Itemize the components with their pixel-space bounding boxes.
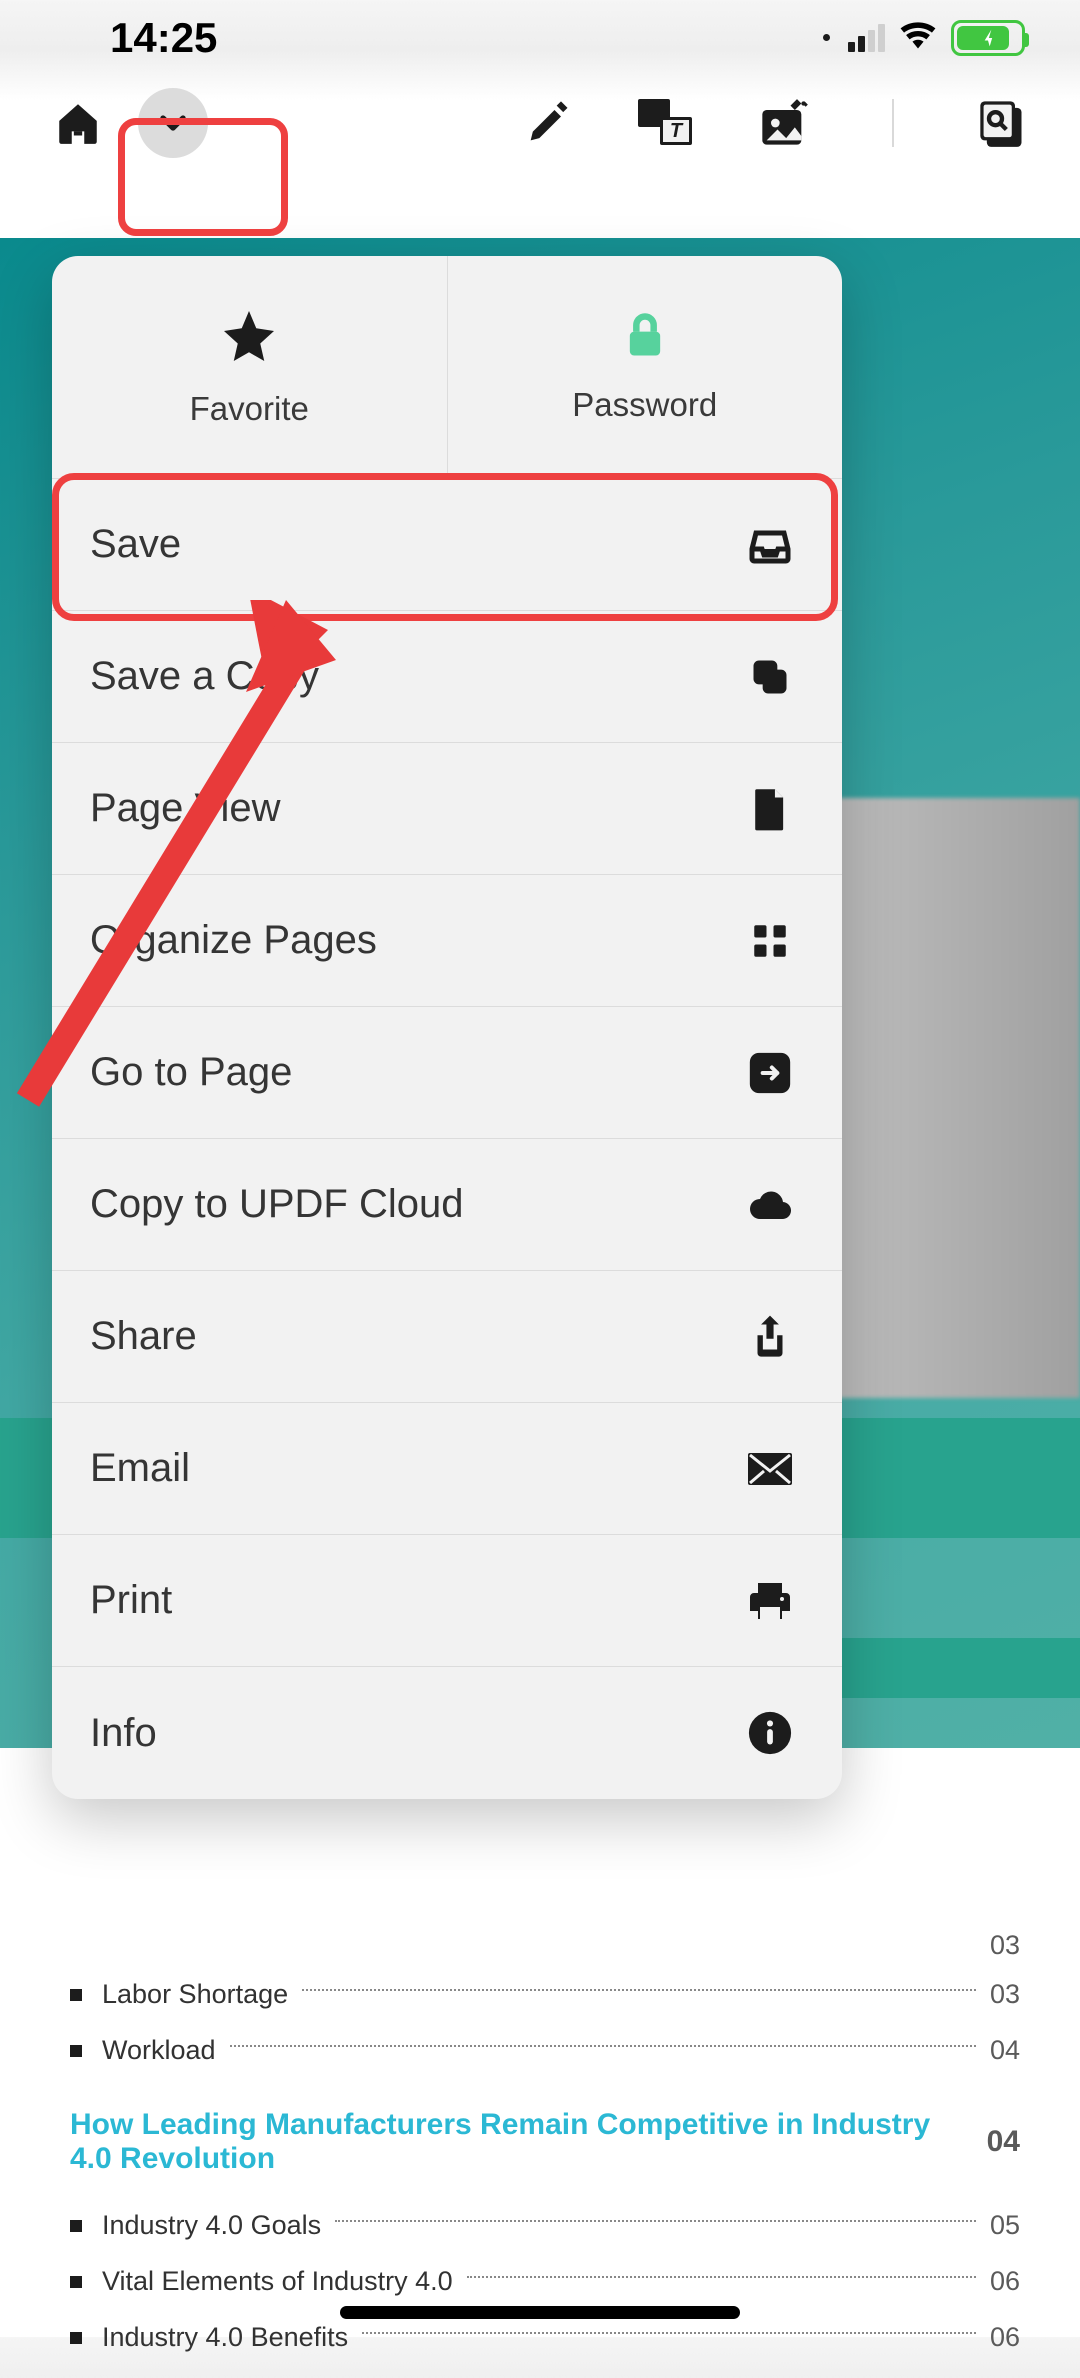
star-icon bbox=[219, 306, 279, 366]
toc-page-number: 03 bbox=[990, 1930, 1020, 1961]
battery-charging-icon bbox=[951, 20, 1025, 56]
status-icons bbox=[823, 16, 1025, 59]
toc-item[interactable]: Vital Elements of Industry 4.006 bbox=[70, 2266, 1020, 2297]
copy-icon bbox=[746, 653, 794, 701]
menu-organize-pages[interactable]: Organize Pages bbox=[52, 875, 842, 1007]
password-label: Password bbox=[572, 386, 717, 424]
inbox-icon bbox=[746, 521, 794, 569]
arrow-right-icon bbox=[746, 1049, 794, 1097]
password-button[interactable]: Password bbox=[448, 256, 843, 478]
mail-icon bbox=[746, 1445, 794, 1493]
menu-goto-page[interactable]: Go to Page bbox=[52, 1007, 842, 1139]
toc-item[interactable]: Labor Shortage03 bbox=[70, 1979, 1020, 2010]
toolbar: T bbox=[0, 75, 1080, 171]
menu-info[interactable]: Info bbox=[52, 1667, 842, 1799]
menu-share[interactable]: Share bbox=[52, 1271, 842, 1403]
menu-copy-cloud[interactable]: Copy to UPDF Cloud bbox=[52, 1139, 842, 1271]
status-time: 14:25 bbox=[110, 14, 217, 62]
print-icon bbox=[746, 1577, 794, 1625]
menu-page-view[interactable]: Page View bbox=[52, 743, 842, 875]
image-text-button[interactable]: T bbox=[638, 95, 694, 151]
home-button[interactable] bbox=[50, 95, 106, 151]
image-edit-button[interactable] bbox=[756, 95, 812, 151]
info-icon bbox=[746, 1709, 794, 1757]
toc-heading[interactable]: How Leading Manufacturers Remain Competi… bbox=[70, 2108, 1020, 2176]
svg-text:T: T bbox=[670, 120, 684, 142]
dropdown-menu: Favorite Password Save Save a Copy Page … bbox=[52, 256, 842, 1799]
toc-item[interactable]: Workload04 bbox=[70, 2035, 1020, 2066]
toolbar-separator bbox=[892, 99, 894, 147]
favorite-label: Favorite bbox=[190, 390, 309, 428]
home-indicator[interactable] bbox=[340, 2306, 740, 2319]
menu-print[interactable]: Print bbox=[52, 1535, 842, 1667]
menu-save-copy[interactable]: Save a Copy bbox=[52, 611, 842, 743]
dual-sim-icon bbox=[823, 34, 830, 41]
cloud-icon bbox=[746, 1181, 794, 1229]
menu-email[interactable]: Email bbox=[52, 1403, 842, 1535]
toc-item[interactable]: Industry 4.0 Benefits06 bbox=[70, 2322, 1020, 2353]
lock-icon bbox=[619, 310, 671, 362]
dropdown-toggle-button[interactable] bbox=[138, 88, 208, 158]
menu-save[interactable]: Save bbox=[52, 479, 842, 611]
toc-item[interactable]: Industry 4.0 Goals05 bbox=[70, 2210, 1020, 2241]
status-bar: 14:25 bbox=[0, 0, 1080, 75]
wifi-icon bbox=[899, 16, 937, 59]
favorite-button[interactable]: Favorite bbox=[52, 256, 448, 478]
search-pages-button[interactable] bbox=[974, 95, 1030, 151]
grid-icon bbox=[746, 917, 794, 965]
highlighter-button[interactable] bbox=[520, 95, 576, 151]
signal-icon bbox=[848, 24, 885, 52]
share-icon bbox=[746, 1313, 794, 1361]
page-icon bbox=[746, 785, 794, 833]
